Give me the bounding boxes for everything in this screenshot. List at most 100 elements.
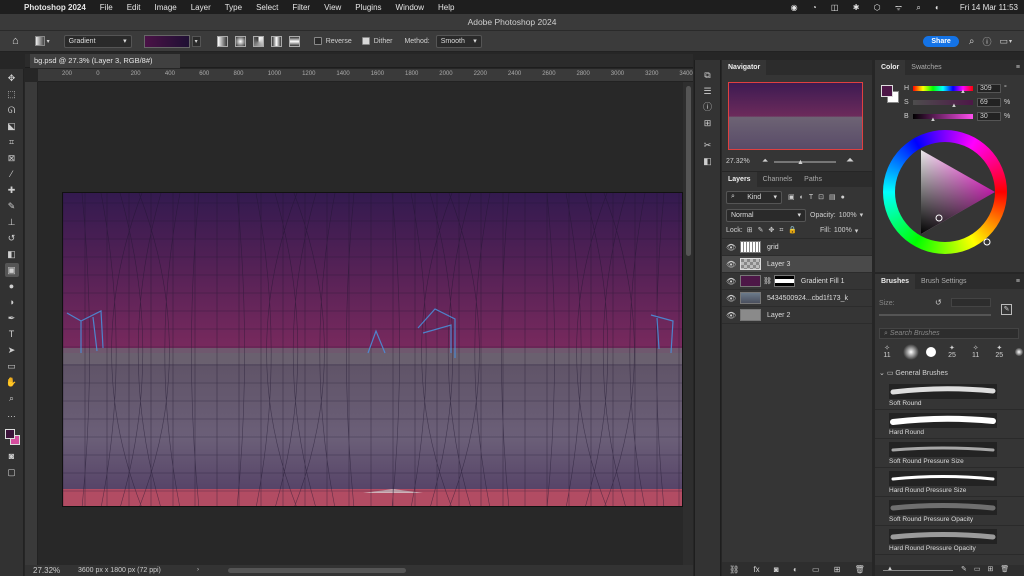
eyedropper-tool-icon[interactable]: ⁄ — [5, 167, 19, 181]
quick-mask-icon[interactable]: ◙ — [5, 449, 19, 463]
color-swatches[interactable] — [0, 423, 23, 447]
history-icon[interactable]: ⧉ — [701, 68, 715, 82]
brush-item[interactable]: Soft Round Pressure Size — [875, 439, 1024, 468]
tool-presets-icon[interactable]: ✂ — [701, 138, 715, 152]
brush-footer-icons[interactable]: ✎▭⊞🗑 — [961, 565, 1016, 573]
navigator-preview[interactable] — [728, 82, 863, 150]
brush-item[interactable]: Soft Round — [875, 381, 1024, 410]
new-brush-icon[interactable]: ✎ — [1001, 304, 1012, 315]
reverse-checkbox[interactable] — [313, 37, 322, 45]
visibility-eye-icon[interactable]: 👁 — [726, 243, 736, 252]
zoom-slider-thumb[interactable]: ▲ — [797, 159, 804, 166]
navigator-zoom[interactable]: 27.32% — [726, 158, 750, 165]
brush-preset[interactable]: ✦ 25 — [944, 344, 960, 364]
visibility-eye-icon[interactable]: 👁 — [726, 294, 736, 303]
libraries-icon[interactable]: ◧ — [701, 154, 715, 168]
saturation-slider-thumb[interactable]: ▲ — [951, 103, 957, 109]
status-chevron-icon[interactable]: › — [197, 565, 199, 576]
help-icon[interactable]: ⓘ — [982, 35, 991, 48]
menu-type[interactable]: Type — [225, 3, 242, 12]
reset-icon[interactable]: ↺ — [935, 298, 942, 307]
panel-menu-icon[interactable]: ≡ — [1016, 64, 1020, 71]
object-select-tool-icon[interactable]: ⬕ — [5, 119, 19, 133]
zoom-level[interactable]: 27.32% — [33, 565, 60, 576]
marquee-tool-icon[interactable]: ⬚ — [5, 87, 19, 101]
new-layer-icon[interactable]: ⊞ — [834, 565, 841, 574]
size-field[interactable] — [951, 298, 991, 307]
size-slider[interactable] — [879, 314, 991, 316]
search-icon[interactable]: ⌕ — [969, 36, 975, 47]
foreground-color-swatch[interactable] — [881, 85, 893, 97]
saturation-slider[interactable] — [913, 100, 973, 105]
gradient-tool-icon[interactable]: ▣ — [4, 263, 19, 277]
radial-gradient-icon[interactable] — [234, 35, 246, 47]
visibility-eye-icon[interactable]: 👁 — [726, 277, 736, 286]
status-icons[interactable]: ◉ ◔ ◫ ✱ ⬡ ᯤ ⌕ ◐ — [791, 2, 946, 13]
layer-row[interactable]: 👁 5434500924...cbd1f173_k — [722, 290, 872, 307]
brightness-value[interactable]: 30 — [977, 112, 1001, 121]
fill-value[interactable]: 100% — [834, 227, 852, 234]
trash-icon[interactable]: 🗑 — [855, 565, 865, 574]
properties-icon[interactable]: ⊞ — [701, 116, 715, 130]
angle-gradient-icon[interactable] — [252, 35, 264, 47]
menu-plugins[interactable]: Plugins — [355, 3, 381, 12]
hue-value[interactable]: 309 — [977, 84, 1001, 93]
tool-preset-chevron-icon[interactable]: ▾ — [47, 38, 50, 45]
app-menu[interactable]: Photoshop 2024 — [24, 3, 86, 12]
zoom-in-icon[interactable]: ⏶ — [846, 155, 854, 166]
new-group-icon[interactable]: ▭ — [812, 565, 820, 574]
diamond-gradient-icon[interactable] — [288, 35, 300, 47]
layer-row[interactable]: 👁 Layer 3 — [722, 256, 872, 273]
visibility-eye-icon[interactable]: 👁 — [726, 260, 736, 269]
menu-filter[interactable]: Filter — [292, 3, 310, 12]
workspace-icon[interactable]: ▭ — [999, 36, 1008, 47]
gradient-preview[interactable] — [143, 34, 190, 48]
pen-tool-icon[interactable]: ✒ — [5, 311, 19, 325]
linear-gradient-icon[interactable] — [216, 35, 228, 47]
brush-preset[interactable] — [902, 344, 919, 360]
menu-image[interactable]: Image — [154, 3, 176, 12]
brightness-slider-thumb[interactable]: ▲ — [930, 117, 936, 123]
brush-preset[interactable] — [1014, 348, 1023, 356]
document-tab[interactable]: bg.psd @ 27.3% (Layer 3, RGB/8#) — [30, 54, 180, 68]
hue-slider-thumb[interactable]: ▲ — [960, 89, 966, 95]
tab-layers[interactable]: Layers — [722, 172, 757, 187]
preview-size-slider[interactable] — [883, 570, 953, 571]
workspace-chevron-icon[interactable]: ▾ — [1009, 38, 1012, 45]
lasso-tool-icon[interactable]: ᘏ — [5, 103, 19, 117]
tab-brushes[interactable]: Brushes — [875, 274, 916, 289]
blur-tool-icon[interactable]: ● — [5, 279, 19, 293]
canvas-vertical-scrollbar[interactable] — [683, 82, 693, 565]
info-icon[interactable]: ⓘ — [701, 100, 715, 114]
tab-channels[interactable]: Channels — [757, 172, 799, 187]
brightness-slider[interactable] — [913, 114, 973, 119]
brush-preset[interactable] — [926, 347, 937, 357]
menu-select[interactable]: Select — [256, 3, 278, 12]
brush-tool-icon[interactable]: ✎ — [5, 199, 19, 213]
fx-icon[interactable]: fx — [753, 565, 759, 574]
brush-item[interactable]: Soft Round Pressure Opacity — [875, 497, 1024, 526]
layer-row[interactable]: 👁 ⛓ Gradient Fill 1 — [722, 273, 872, 290]
frame-tool-icon[interactable]: ⊠ — [5, 151, 19, 165]
brush-preset[interactable]: ✧ 11 — [968, 344, 984, 364]
lock-icons[interactable]: ⊞✎✥⌗🔒 — [747, 226, 802, 235]
opacity-value[interactable]: 100% — [839, 212, 857, 219]
reverse-option[interactable]: Reverse — [313, 37, 352, 45]
brush-preset[interactable]: ✧ 11 — [879, 344, 895, 364]
crop-tool-icon[interactable]: ⌗ — [5, 135, 19, 149]
menu-help[interactable]: Help — [438, 3, 454, 12]
brush-item[interactable]: Hard Round Pressure Opacity — [875, 526, 1024, 555]
dither-checkbox[interactable] — [361, 37, 370, 45]
hand-tool-icon[interactable]: ✋ — [5, 375, 19, 389]
blend-mode-select[interactable]: Normal ▾ — [726, 208, 806, 222]
path-select-tool-icon[interactable]: ➤ — [5, 343, 19, 357]
dither-option[interactable]: Dither — [361, 37, 392, 45]
menu-layer[interactable]: Layer — [191, 3, 211, 12]
history-brush-tool-icon[interactable]: ↺ — [5, 231, 19, 245]
panel-menu-icon[interactable]: ≡ — [1016, 278, 1020, 285]
move-tool-icon[interactable]: ✥ — [5, 71, 19, 85]
color-wheel[interactable] — [883, 130, 1007, 254]
gradient-picker-chevron-icon[interactable]: ▾ — [191, 35, 201, 47]
menu-edit[interactable]: Edit — [127, 3, 141, 12]
foreground-color-swatch[interactable] — [5, 429, 15, 439]
